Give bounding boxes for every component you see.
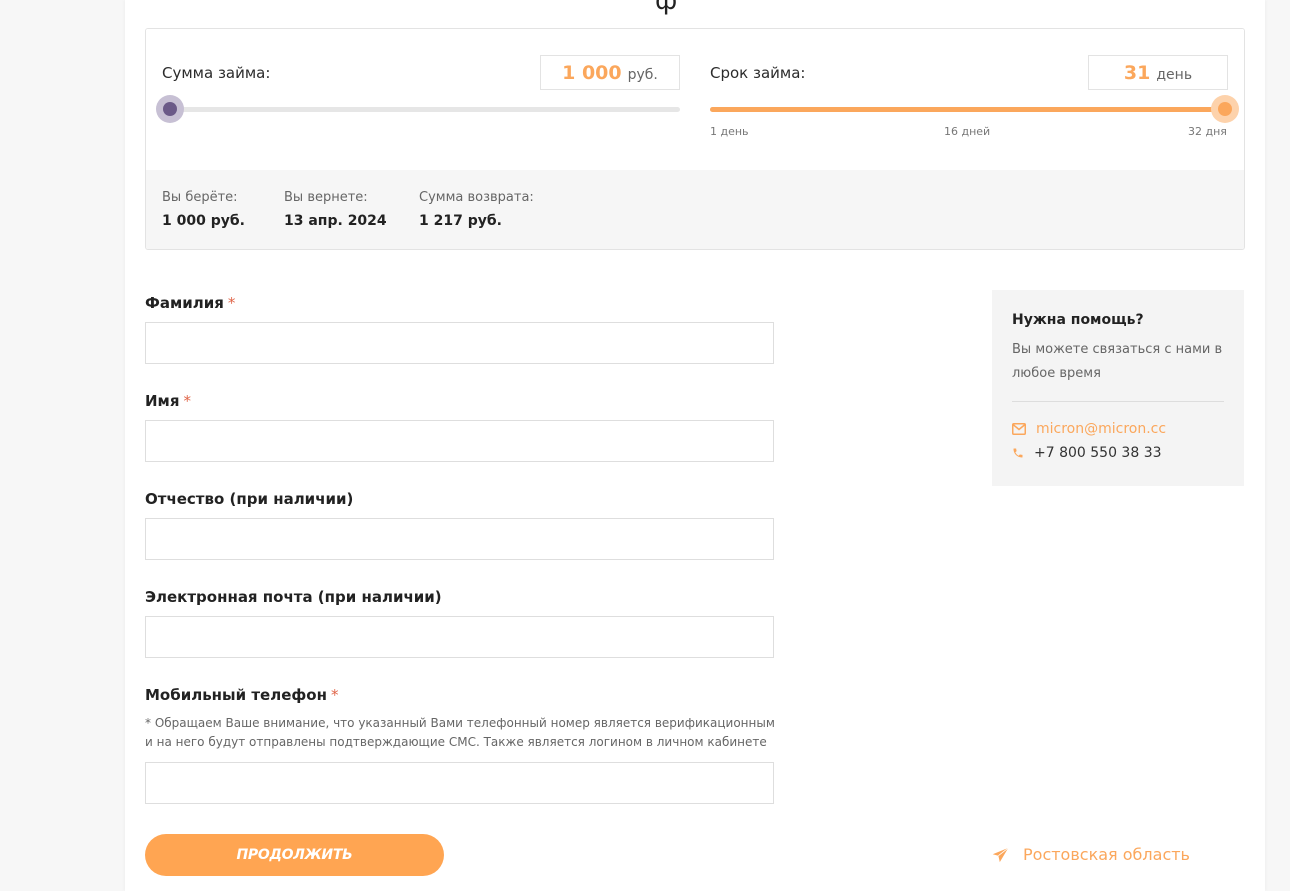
term-label: Срок займа: (710, 64, 806, 82)
amount-label: Сумма займа: (162, 64, 271, 82)
amount-slider-track[interactable] (162, 107, 680, 112)
phone-input[interactable] (145, 762, 774, 804)
required-mark: * (330, 686, 339, 704)
term-tick-min: 1 день (710, 125, 749, 138)
patronymic-label: Отчество (при наличии) (145, 490, 354, 508)
last-name-label: Фамилия * (145, 294, 235, 312)
help-text: Вы можете связаться с нами в любое время (1012, 342, 1223, 381)
first-name-input[interactable] (145, 420, 774, 462)
summary-return-date-value: 13 апр. 2024 (284, 213, 387, 229)
required-mark: * (227, 294, 236, 312)
term-slider-handle-core (1218, 102, 1232, 116)
email-input[interactable] (145, 616, 774, 658)
amount-unit: руб. (627, 67, 658, 83)
last-name-label-text: Фамилия (145, 294, 224, 312)
phone-icon (1013, 448, 1023, 458)
region-selector[interactable]: Ростовская область (992, 845, 1190, 864)
last-name-input[interactable] (145, 322, 774, 364)
patronymic-input[interactable] (145, 518, 774, 560)
page-title-fragment: ф (655, 0, 678, 16)
first-name-label: Имя * (145, 392, 191, 410)
phone-label: Мобильный телефон * (145, 686, 338, 704)
help-phone-link[interactable]: +7 800 550 38 33 (1034, 445, 1162, 461)
help-phone-row[interactable]: +7 800 550 38 33 (1012, 445, 1162, 461)
calculator-sliders: Сумма займа: 1 000 руб. Срок займа: 31 д… (146, 29, 1244, 170)
required-mark: * (183, 392, 191, 410)
continue-button[interactable]: ПРОДОЛЖИТЬ (145, 834, 444, 876)
term-slider-fill (710, 107, 1228, 112)
amount-value-box[interactable]: 1 000 руб. (540, 55, 680, 90)
help-box: Нужна помощь? Вы можете связаться с нами… (992, 290, 1244, 486)
term-value-box[interactable]: 31 день (1088, 55, 1228, 90)
summary-take-value: 1 000 руб. (162, 213, 245, 229)
region-label: Ростовская область (1023, 845, 1190, 864)
term-tick-mid: 16 дней (944, 125, 991, 138)
envelope-icon (1012, 423, 1026, 435)
loan-calculator: Сумма займа: 1 000 руб. Срок займа: 31 д… (145, 28, 1245, 250)
summary-return-date-label: Вы вернете: (284, 190, 368, 205)
summary-return-amount-value: 1 217 руб. (419, 213, 502, 229)
amount-value: 1 000 (562, 62, 622, 84)
help-email-link[interactable]: micron@micron.cc (1036, 421, 1166, 437)
summary-take-label: Вы берёте: (162, 190, 238, 205)
term-tick-max: 32 дня (1188, 125, 1227, 138)
help-title: Нужна помощь? (1012, 312, 1144, 328)
term-value: 31 (1123, 62, 1151, 84)
summary-return-amount-label: Сумма возврата: (419, 190, 534, 205)
amount-slider-handle[interactable] (156, 95, 184, 123)
first-name-label-text: Имя (145, 392, 180, 410)
calculator-summary: Вы берёте: 1 000 руб. Вы вернете: 13 апр… (146, 170, 1244, 249)
phone-label-text: Мобильный телефон (145, 686, 327, 704)
phone-note: * Обращаем Ваше внимание, что указанный … (145, 716, 775, 749)
help-email-row[interactable]: micron@micron.cc (1012, 421, 1166, 437)
amount-slider-handle-core (163, 102, 177, 116)
email-label: Электронная почта (при наличии) (145, 588, 442, 606)
term-unit: день (1156, 67, 1193, 83)
send-arrow-icon (992, 847, 1009, 862)
help-divider (1012, 401, 1224, 402)
term-slider-handle[interactable] (1211, 95, 1239, 123)
